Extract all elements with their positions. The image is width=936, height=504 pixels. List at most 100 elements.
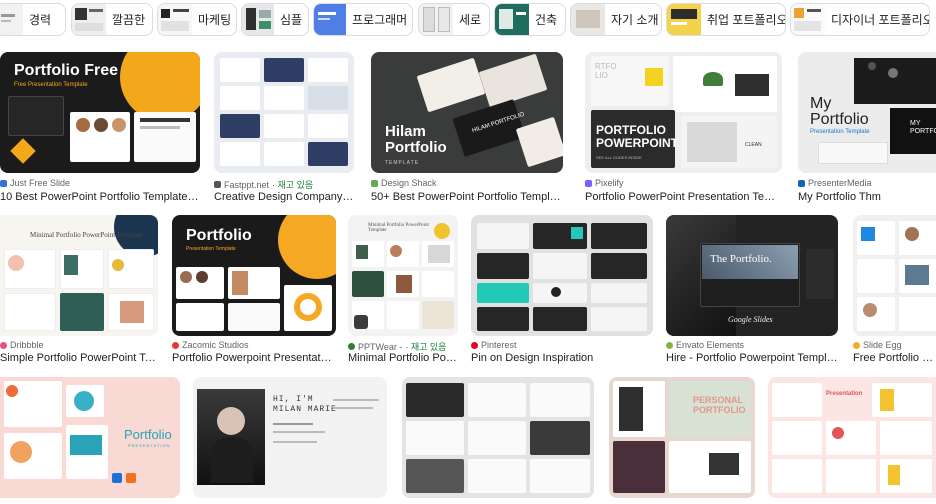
result-card[interactable]: My Portfolio Presentation Template MY PO…	[798, 52, 936, 204]
image-title-text: My Portfolio	[810, 95, 869, 128]
result-image[interactable]: HI, I'M MILAN MARIE	[193, 377, 387, 498]
result-title[interactable]: 10 Best PowerPoint Portfolio Templates 2…	[0, 191, 200, 203]
chip-designer-portfolio[interactable]: 디자이너 포트폴리오	[790, 3, 930, 36]
result-card[interactable]: Minimal Portfolio PowerPoint Template Dr…	[0, 215, 162, 365]
chip-thumbnail	[791, 4, 825, 35]
result-source: Slide Egg	[853, 340, 902, 350]
chip-label: 마케팅	[198, 13, 232, 27]
result-source: PresenterMedia	[798, 178, 872, 188]
result-source: Zacomic Studios	[172, 340, 249, 350]
image-small-text-2: CLEAN	[745, 142, 762, 148]
chip-thumbnail	[72, 4, 106, 35]
image-subtitle-text: SEE ALL SLIDES INSIDE	[596, 155, 642, 160]
result-image[interactable]: RTFO LIO PORTFOLIO POWERPOINT SEE ALL SL…	[585, 52, 782, 173]
result-image[interactable]	[214, 52, 354, 173]
chip-job-portfolio[interactable]: 취업 포트폴리오	[666, 3, 786, 36]
chip-label: 세로	[459, 13, 482, 27]
image-title-text: PORTFOLIO POWERPOINT	[596, 123, 679, 150]
chip-vertical[interactable]: 세로	[418, 3, 490, 36]
result-title[interactable]: Hire - Portfolio Powerpoint Template,...	[666, 352, 840, 364]
result-card[interactable]: HI, I'M MILAN MARIE	[193, 377, 391, 504]
chip-programmer[interactable]: 프로그래머	[313, 3, 413, 36]
result-image[interactable]: Portfolio Presentation Template	[172, 215, 336, 336]
result-image[interactable]: PERSONAL PORTFOLIO	[609, 377, 755, 498]
result-source: Envato Elements	[666, 340, 744, 350]
result-title[interactable]: Portfolio Powerpoint Presentation ...	[172, 352, 332, 364]
chip-thumbnail	[158, 4, 192, 35]
result-title[interactable]: Minimal Portfolio Pow...	[348, 352, 460, 364]
chip-label: 자기 소개	[611, 13, 659, 27]
image-subtitle-text: PRESENTATION	[128, 443, 171, 448]
chip-thumbnail	[571, 4, 605, 35]
result-source: Pixelify	[585, 178, 624, 188]
chip-thumbnail	[242, 4, 274, 35]
chip-architecture[interactable]: 건축	[494, 3, 566, 36]
chip-thumbnail	[419, 4, 453, 35]
result-image[interactable]: Presentation	[768, 377, 936, 498]
image-subtitle-text: Google Slides	[728, 315, 773, 324]
result-card[interactable]: Presentation	[768, 377, 936, 504]
image-title-text: Hilam Portfolio	[385, 123, 447, 156]
result-image[interactable]: Portfolio Free Free Presentation Templat…	[0, 52, 200, 173]
image-small-text: MY PORTFOLIO	[910, 120, 936, 135]
result-card[interactable]: Portfolio PRESENTATION	[0, 377, 184, 504]
chip-self-introduction[interactable]: 자기 소개	[570, 3, 662, 36]
result-image[interactable]: My Portfolio Presentation Template MY PO…	[798, 52, 936, 173]
result-source: Fastppt.net · 재고 있음	[214, 178, 313, 191]
result-card[interactable]: HILAM PORTFOLIO Hilam Portfolio TEMPLATE…	[371, 52, 571, 204]
result-image[interactable]	[471, 215, 653, 336]
favicon-icon	[172, 341, 179, 349]
result-title[interactable]: Portfolio PowerPoint Presentation Templa…	[585, 191, 780, 203]
image-title-text: Presentation	[826, 391, 863, 397]
chip-label: 경력	[29, 13, 52, 27]
image-subtitle-text: TEMPLATE	[385, 160, 420, 166]
result-image[interactable]: HILAM PORTFOLIO Hilam Portfolio TEMPLATE	[371, 52, 563, 173]
favicon-icon	[585, 179, 592, 187]
chip-thumbnail	[667, 4, 701, 35]
result-image[interactable]: Minimal Portfolio PowerPoint Template	[348, 215, 458, 336]
result-card[interactable]: RTFO LIO PORTFOLIO POWERPOINT SEE ALL SL…	[585, 52, 785, 204]
result-title[interactable]: 50+ Best PowerPoint Portfolio Templates …	[371, 191, 566, 203]
result-card[interactable]: Minimal Portfolio PowerPoint Template PP…	[348, 215, 462, 365]
result-card[interactable]: Slide Egg Free Portfolio Goog	[853, 215, 936, 365]
image-title-text: Minimal Portfolio PowerPoint Template	[30, 231, 143, 239]
result-image[interactable]	[402, 377, 594, 498]
result-title[interactable]: Pin on Design Inspiration	[471, 352, 651, 364]
chip-label: 프로그래머	[352, 13, 408, 27]
result-image[interactable]: Minimal Portfolio PowerPoint Template	[0, 215, 158, 336]
image-title-text: HI, I'M MILAN MARIE	[273, 395, 337, 414]
chip-clean[interactable]: 깔끔한	[71, 3, 153, 36]
chip-thumbnail	[314, 4, 346, 35]
result-card[interactable]: The Portfolio. Google Slides Envato Elem…	[666, 215, 844, 365]
chip-label: 심플	[280, 13, 303, 27]
chip-marketing[interactable]: 마케팅	[157, 3, 237, 36]
result-image[interactable]: Portfolio PRESENTATION	[0, 377, 180, 498]
image-small-text: RTFO LIO	[595, 62, 617, 80]
chip-career[interactable]: 경력	[0, 3, 66, 36]
result-card[interactable]: Pinterest Pin on Design Inspiration	[471, 215, 657, 365]
filter-chip-bar: 경력 깔끔한 마케팅 심플 프로그래머 세로 건축 자기 소개 취업 포트폴리오…	[0, 3, 936, 38]
favicon-icon	[0, 341, 7, 349]
result-title[interactable]: Creative Design Company Port...	[214, 191, 354, 203]
result-title[interactable]: Simple Portfolio PowerPoint Temp...	[0, 352, 158, 364]
result-title[interactable]: Free Portfolio Goog	[853, 352, 936, 364]
result-image[interactable]: The Portfolio. Google Slides	[666, 215, 838, 336]
chip-label: 취업 포트폴리오	[707, 13, 786, 27]
favicon-icon	[348, 343, 355, 350]
chip-thumbnail	[0, 4, 23, 35]
favicon-icon	[471, 341, 478, 349]
image-title-text: The Portfolio.	[710, 253, 772, 265]
result-card[interactable]: Portfolio Presentation Template Zacomic …	[172, 215, 338, 365]
result-card[interactable]: Portfolio Free Free Presentation Templat…	[0, 52, 205, 204]
result-card[interactable]: Fastppt.net · 재고 있음 Creative Design Compa…	[214, 52, 360, 204]
result-card[interactable]	[402, 377, 598, 504]
image-title-text: Portfolio	[124, 427, 172, 442]
chip-label: 디자이너 포트폴리오	[831, 13, 930, 27]
image-title-text: Portfolio Free	[14, 62, 119, 79]
chip-simple[interactable]: 심플	[241, 3, 309, 36]
chip-label: 깔끔한	[112, 13, 146, 27]
result-card[interactable]: PERSONAL PORTFOLIO	[609, 377, 759, 504]
result-image[interactable]	[853, 215, 936, 336]
result-title[interactable]: My Portfolio Thm	[798, 191, 936, 203]
image-title-text: Portfolio	[186, 227, 252, 244]
